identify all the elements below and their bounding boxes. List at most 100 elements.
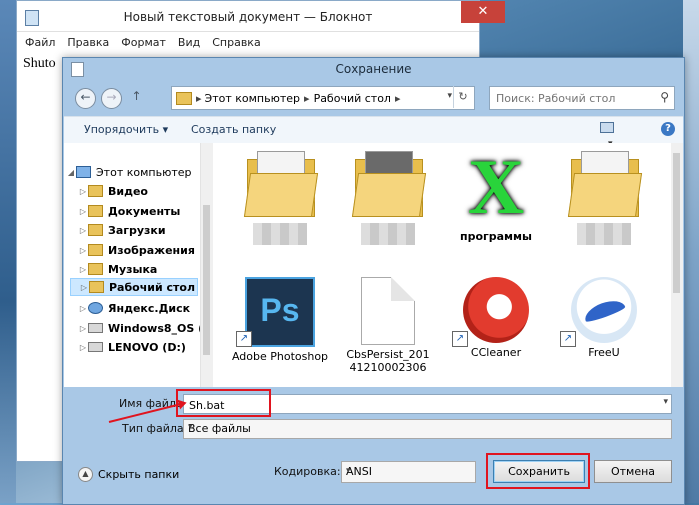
file-item[interactable] bbox=[550, 145, 658, 248]
hide-folders-button[interactable]: ▲ Скрыть папки bbox=[78, 467, 179, 482]
address-dropdown-icon[interactable]: ▾ bbox=[447, 91, 452, 101]
breadcrumb-sep-icon: ▸ bbox=[196, 91, 202, 105]
file-item[interactable] bbox=[226, 145, 334, 248]
blurred-label bbox=[253, 223, 307, 245]
tree-item-drive-d[interactable]: ▷ LENOVO (D:) bbox=[78, 338, 186, 356]
folder-icon bbox=[88, 263, 103, 275]
folder-icon bbox=[88, 205, 103, 217]
notepad-titlebar: Новый текстовый документ — Блокнот ✕ bbox=[17, 1, 505, 32]
tree-item-music[interactable]: ▷ Музыка bbox=[78, 260, 157, 278]
tree-item-pictures[interactable]: ▷ Изображения bbox=[78, 241, 195, 259]
new-folder-button[interactable]: Создать папку bbox=[191, 123, 276, 136]
expand-icon[interactable]: ▷ bbox=[78, 304, 88, 313]
document-icon bbox=[361, 277, 415, 345]
highlight-filename bbox=[176, 389, 271, 417]
folder-icon bbox=[88, 224, 103, 236]
tree-item-drive-c[interactable]: ▷ Windows8_OS (C bbox=[78, 319, 200, 337]
tree-label: Яндекс.Диск bbox=[108, 301, 191, 315]
cancel-button[interactable]: Отмена bbox=[594, 460, 672, 483]
file-list-scrollbar[interactable] bbox=[671, 143, 683, 387]
file-item[interactable]: X программы bbox=[442, 145, 550, 244]
menu-view[interactable]: Вид bbox=[178, 36, 200, 49]
file-list: X программы Ps ↗ Adobe Photoshop CbsPers… bbox=[214, 143, 669, 387]
chevron-up-icon: ▲ bbox=[78, 467, 93, 482]
expand-icon[interactable]: ▷ bbox=[78, 265, 88, 274]
tree-item-documents[interactable]: ▷ Документы bbox=[78, 202, 180, 220]
folder-icon bbox=[351, 151, 427, 217]
file-item[interactable]: Ps ↗ Adobe Photoshop bbox=[226, 269, 334, 363]
menu-help[interactable]: Справка bbox=[212, 36, 260, 49]
forward-button[interactable]: → bbox=[101, 88, 122, 109]
tree-item-video[interactable]: ▷ Видео bbox=[78, 182, 148, 200]
breadcrumb-this-pc[interactable]: Этот компьютер bbox=[205, 92, 301, 105]
search-field[interactable]: ⚲ bbox=[489, 86, 675, 110]
expand-icon[interactable]: ▷ bbox=[78, 187, 88, 196]
help-icon[interactable]: ? bbox=[661, 122, 675, 136]
tree-item-desktop[interactable]: ▷ Рабочий стол bbox=[70, 278, 198, 296]
photoshop-icon: Ps bbox=[245, 277, 315, 347]
tree-item-downloads[interactable]: ▷ Загрузки bbox=[78, 221, 166, 239]
scroll-thumb[interactable] bbox=[203, 205, 210, 355]
menu-edit[interactable]: Правка bbox=[67, 36, 109, 49]
minimize-button[interactable] bbox=[405, 1, 433, 23]
folder-icon bbox=[176, 91, 192, 105]
folder-icon bbox=[88, 244, 103, 256]
tree-item-yandex-disk[interactable]: ▷ Яндекс.Диск bbox=[78, 299, 190, 317]
desktop-left-strip bbox=[0, 0, 16, 503]
folder-icon bbox=[567, 151, 643, 217]
search-input[interactable] bbox=[494, 88, 648, 108]
encoding-label: Кодировка: bbox=[274, 465, 341, 478]
encoding-select[interactable]: ANSI ▾ bbox=[341, 461, 476, 483]
ccleaner-icon bbox=[463, 277, 529, 343]
file-label: CCleaner bbox=[470, 346, 522, 359]
save-form: Имя файла: ▾ Тип файла: Все файлы ▾ ▲ Ск… bbox=[64, 387, 683, 503]
menu-format[interactable]: Формат bbox=[121, 36, 166, 49]
highlight-save bbox=[486, 453, 590, 489]
freeu-icon bbox=[571, 277, 637, 343]
expand-icon[interactable]: ▷ bbox=[78, 246, 88, 255]
expand-icon[interactable]: ▷ bbox=[79, 283, 89, 292]
menu-file[interactable]: Файл bbox=[25, 36, 55, 49]
desktop-right-strip bbox=[683, 0, 699, 503]
tree-item-this-pc[interactable]: ◢ Этот компьютер bbox=[66, 163, 196, 181]
filetype-label: Тип файла: bbox=[122, 422, 188, 435]
blurred-label bbox=[577, 223, 631, 245]
file-item[interactable]: CbsPersist_20141210002306 bbox=[334, 269, 442, 374]
expand-icon[interactable]: ▷ bbox=[78, 324, 88, 333]
expand-icon[interactable]: ▷ bbox=[78, 343, 88, 352]
file-label: CbsPersist_20141210002306 bbox=[346, 348, 430, 374]
breadcrumb-desktop[interactable]: Рабочий стол bbox=[314, 92, 391, 105]
up-button[interactable]: ↑ bbox=[127, 88, 146, 107]
chevron-down-icon[interactable]: ▾ bbox=[188, 422, 668, 432]
back-button[interactable]: ← bbox=[75, 88, 96, 109]
tree-label: Документы bbox=[108, 204, 181, 218]
close-button[interactable]: ✕ bbox=[461, 1, 505, 23]
tree-label: Windows8_OS (C bbox=[108, 321, 200, 335]
save-dialog: Сохранение ← → ↑ ▸ Этот компьютер ▸ Рабо… bbox=[62, 57, 685, 505]
organize-button[interactable]: Упорядочить ▾ bbox=[84, 123, 168, 136]
expand-icon[interactable]: ▷ bbox=[78, 207, 88, 216]
view-options-button[interactable]: ▾ bbox=[600, 122, 630, 149]
dialog-title: Сохранение bbox=[335, 62, 412, 76]
file-label: программы bbox=[459, 230, 532, 243]
maximize-button[interactable] bbox=[433, 1, 461, 23]
chevron-down-icon[interactable]: ▾ bbox=[663, 397, 668, 407]
drive-icon bbox=[88, 342, 103, 352]
blurred-label bbox=[361, 223, 415, 245]
file-item[interactable]: ↗ CCleaner bbox=[442, 269, 550, 359]
refresh-icon[interactable]: ↻ bbox=[453, 86, 472, 108]
scroll-thumb[interactable] bbox=[673, 153, 680, 293]
breadcrumb-sep-icon: ▸ bbox=[394, 91, 401, 105]
navigation-scrollbar[interactable] bbox=[200, 143, 213, 387]
tree-label: Рабочий стол bbox=[109, 280, 196, 294]
cloud-icon bbox=[88, 302, 103, 314]
file-item[interactable]: ↗ FreeU bbox=[550, 269, 658, 359]
chevron-down-icon[interactable]: ▾ bbox=[346, 466, 471, 476]
computer-icon bbox=[76, 166, 91, 178]
expand-icon[interactable]: ◢ bbox=[66, 168, 76, 177]
expand-icon[interactable]: ▷ bbox=[78, 226, 88, 235]
address-box[interactable]: ▸ Этот компьютер ▸ Рабочий стол ▸ ▾ ↻ bbox=[171, 86, 475, 110]
hide-folders-label: Скрыть папки bbox=[98, 468, 180, 481]
file-item[interactable] bbox=[334, 145, 442, 248]
filetype-select[interactable]: Все файлы ▾ bbox=[183, 419, 672, 439]
